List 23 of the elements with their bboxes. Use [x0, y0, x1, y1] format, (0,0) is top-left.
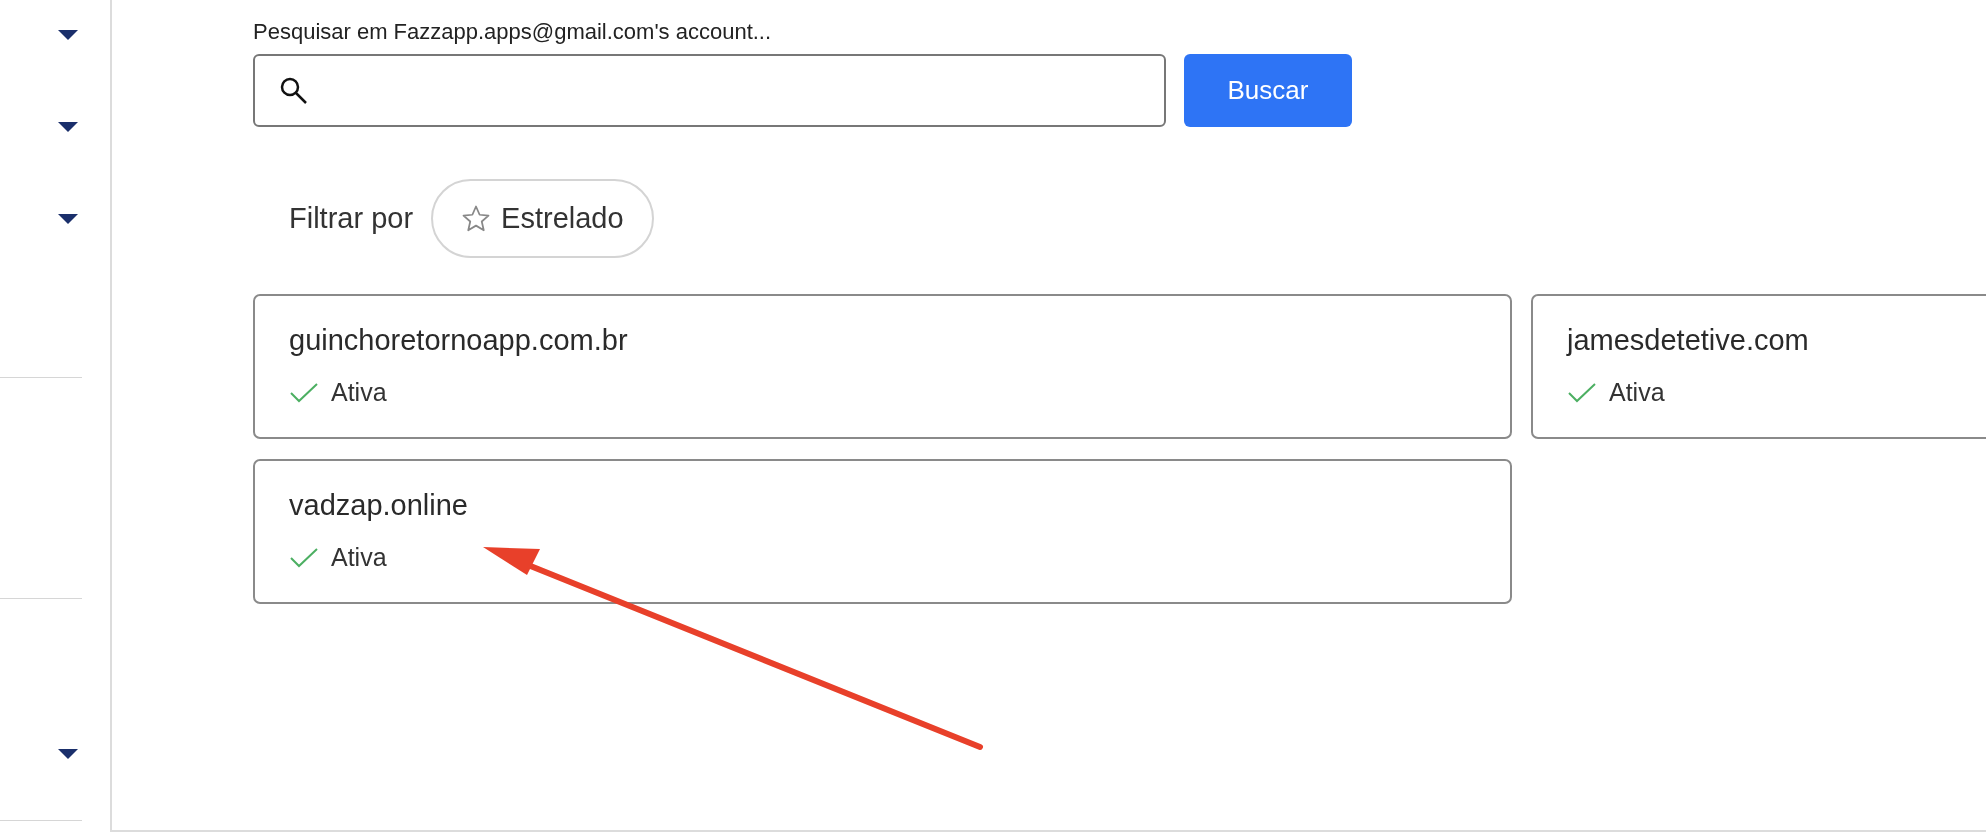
search-label: Pesquisar em Fazzapp.apps@gmail.com's account... [253, 18, 773, 46]
filter-chip[interactable]: Estrelado [431, 179, 654, 258]
domain-name: vadzap.online [289, 488, 469, 523]
domain-card[interactable]: guinchoretornoapp.com.br Ativa [253, 294, 1512, 439]
caret-icon[interactable] [58, 214, 78, 224]
check-icon [289, 545, 319, 570]
status-text: Ativa [331, 542, 387, 573]
caret-icon[interactable] [58, 749, 78, 759]
check-icon [1567, 380, 1597, 405]
domain-name: guinchoretornoapp.com.br [289, 323, 629, 358]
status-text: Ativa [1609, 377, 1665, 408]
domain-card[interactable]: jamesdetetive.com Ativa [1531, 294, 1986, 439]
star-icon [461, 203, 492, 234]
caret-icon[interactable] [58, 30, 78, 40]
filter-label: Filtrar por [289, 200, 414, 236]
search-field[interactable] [253, 54, 1166, 127]
search-icon [279, 75, 309, 106]
caret-icon[interactable] [58, 122, 78, 132]
search-button[interactable]: Buscar [1184, 54, 1352, 127]
status-text: Ativa [331, 377, 387, 408]
domain-name: jamesdetetive.com [1567, 323, 1810, 358]
check-icon [289, 380, 319, 405]
domain-card[interactable]: vadzap.online Ativa [253, 459, 1512, 604]
